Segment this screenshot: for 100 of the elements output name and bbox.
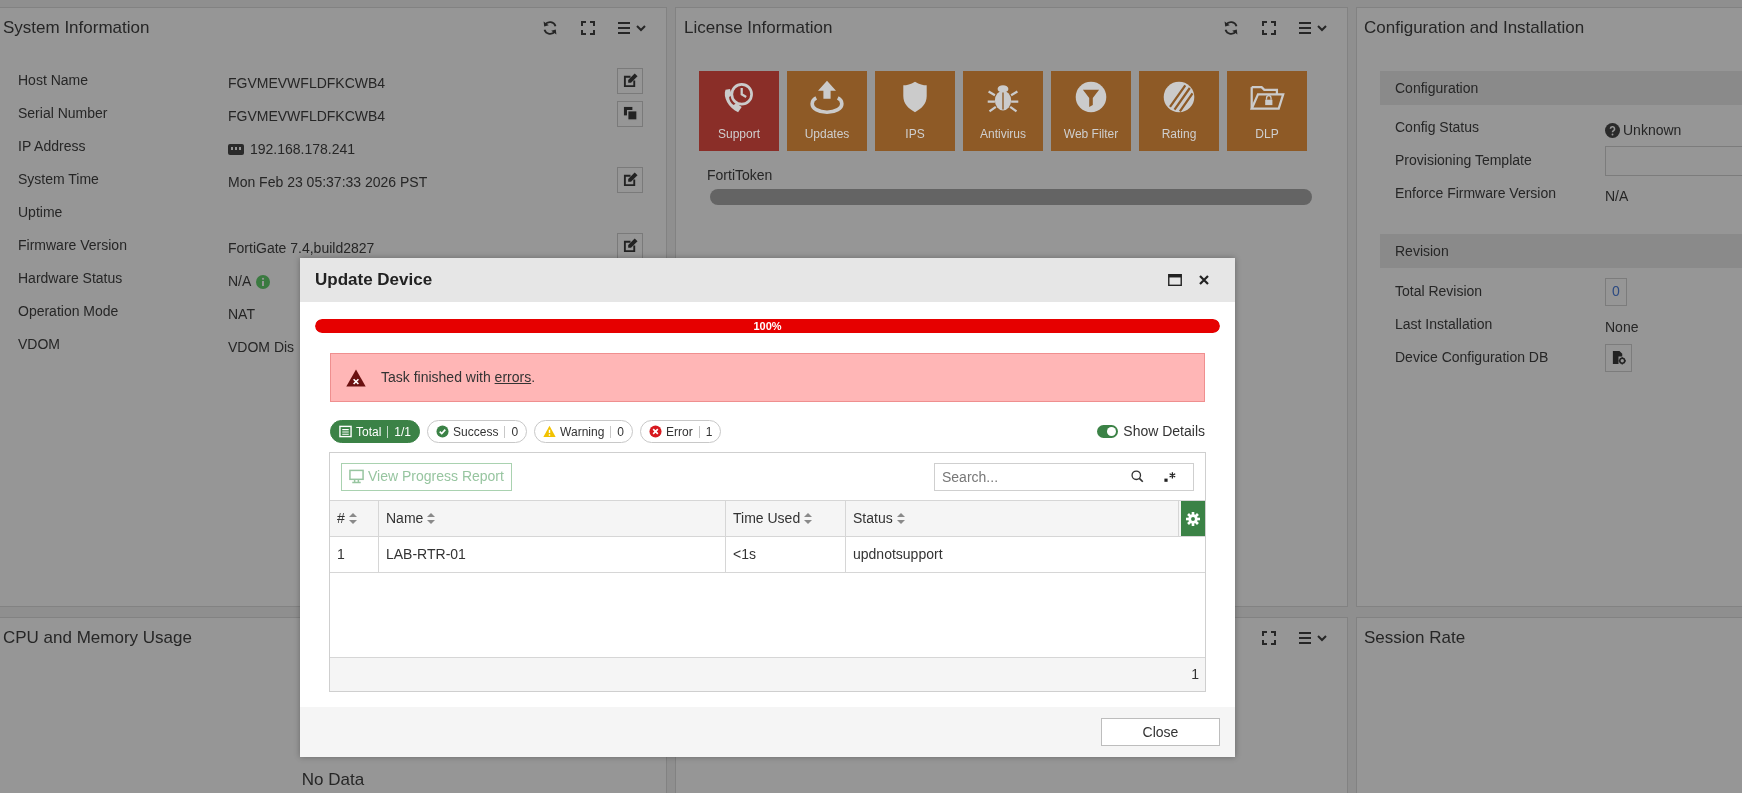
monitor-icon	[349, 469, 364, 484]
tile-label: DLP	[1255, 126, 1279, 143]
row-count: 1	[1191, 665, 1199, 684]
config-db-button[interactable]	[1605, 343, 1632, 372]
field-label: Serial Number	[18, 104, 109, 123]
refresh-icon[interactable]	[1223, 20, 1239, 36]
edit-button[interactable]	[617, 232, 643, 259]
help-icon	[1605, 122, 1620, 138]
template-field[interactable]	[1605, 145, 1742, 176]
license-tile[interactable]: Support	[699, 71, 779, 151]
table-cell-text: updnotsupport	[852, 545, 944, 564]
success-filter[interactable]: Success 0	[427, 420, 528, 443]
field-label: Operation Mode	[18, 302, 120, 321]
field-label: Enforce Firmware Version	[1395, 184, 1558, 203]
funnel-icon	[1073, 79, 1109, 115]
tile-label: Antivirus	[980, 126, 1026, 143]
error-icon	[649, 425, 663, 438]
edit-button[interactable]	[617, 166, 643, 193]
toggle-label: Show Details	[1123, 422, 1205, 441]
table-cell: 1	[330, 537, 379, 572]
info-icon	[256, 274, 271, 289]
field-value: FGVMEVWFLDFKCWB4	[228, 74, 386, 93]
field-label: Device Configuration DB	[1395, 348, 1550, 367]
section-title: Revision	[1395, 241, 1449, 261]
panel-title: CPU and Memory Usage	[3, 627, 192, 650]
sort-icon	[427, 513, 436, 524]
field-value: Mon Feb 23 05:37:33 2026 PST	[228, 173, 428, 192]
warning-filter[interactable]: Warning 0	[534, 420, 634, 443]
sort-icon	[804, 513, 813, 524]
expand-icon[interactable]	[581, 21, 595, 35]
expand-icon[interactable]	[1262, 631, 1276, 645]
asterisk-icon[interactable]	[1164, 470, 1176, 483]
progress-percent: 100%	[753, 320, 782, 332]
total-filter[interactable]: Total 1/1	[330, 420, 421, 443]
no-data-message: No Data	[301, 769, 365, 791]
field-value: VDOM Dis	[228, 338, 295, 357]
field-value: N/A	[1605, 186, 1629, 206]
search-field[interactable]: Search...	[934, 462, 1194, 491]
check-circle-icon	[436, 425, 450, 438]
warning-icon	[543, 425, 557, 438]
column-settings-button[interactable]	[1181, 501, 1205, 536]
close-icon[interactable]	[1199, 275, 1209, 285]
maximize-icon[interactable]	[1168, 274, 1182, 286]
license-tile[interactable]: Rating	[1139, 71, 1219, 151]
field-value: 192.168.178.241	[250, 140, 356, 159]
edit-icon	[622, 73, 638, 88]
field-value: N/A	[228, 272, 252, 291]
menu-icon[interactable]	[618, 21, 647, 35]
license-tile[interactable]: Antivirus	[963, 71, 1043, 151]
column-header[interactable]: #	[330, 501, 379, 536]
field-label: Total Revision	[1395, 282, 1484, 301]
column-header[interactable]: Time Used	[726, 501, 846, 536]
table-cell: <1s	[726, 537, 846, 572]
menu-icon[interactable]	[1299, 631, 1328, 645]
edit-icon	[622, 172, 638, 187]
license-tile[interactable]: IPS	[875, 71, 955, 151]
field-label: Host Name	[18, 71, 90, 90]
field-label: IP Address	[18, 137, 87, 156]
table-cell: LAB-RTR-01	[379, 537, 726, 572]
sort-icon	[896, 513, 905, 524]
file-gear-icon	[1611, 350, 1626, 365]
panel-title: Configuration and Installation	[1364, 17, 1585, 40]
edit-icon	[622, 238, 638, 253]
license-tile[interactable]: Web Filter	[1051, 71, 1131, 151]
tile-label: Support	[718, 126, 760, 143]
striped-circle-icon	[1161, 79, 1197, 115]
refresh-icon[interactable]	[542, 20, 558, 36]
tile-label: IPS	[905, 126, 925, 143]
sort-icon	[348, 513, 357, 524]
field-label: System Time	[18, 170, 100, 189]
error-filter[interactable]: Error 1	[640, 420, 722, 443]
license-tile[interactable]: Updates	[787, 71, 867, 151]
field-label: VDOM	[18, 335, 61, 354]
status-value: Unknown	[1623, 120, 1682, 140]
revision-count-link[interactable]: 0	[1605, 277, 1627, 306]
menu-icon[interactable]	[1299, 21, 1328, 35]
field-label: Provisioning Template	[1395, 151, 1533, 170]
close-button[interactable]: Close	[1101, 718, 1220, 746]
section-title: Configuration	[1395, 78, 1479, 98]
token-label: FortiToken	[707, 166, 773, 185]
settings-icon	[1186, 511, 1200, 526]
list-icon	[339, 425, 352, 438]
field-label: Config Status	[1395, 118, 1481, 137]
field-label: Firmware Version	[18, 236, 128, 255]
alert-message: Task finished with errors.	[381, 368, 536, 387]
copy-button[interactable]	[617, 100, 643, 127]
search-icon[interactable]	[1131, 469, 1144, 483]
expand-icon[interactable]	[1262, 21, 1276, 35]
field-label: Uptime	[18, 203, 64, 222]
license-tile[interactable]: DLP	[1227, 71, 1307, 151]
tile-label: Rating	[1161, 126, 1197, 143]
field-value: FortiGate 7.4,build2827	[228, 239, 375, 258]
column-header[interactable]: Name	[379, 501, 726, 536]
show-details-toggle[interactable]	[1097, 425, 1119, 438]
edit-button[interactable]	[617, 67, 643, 94]
tile-label: Web Filter	[1063, 126, 1119, 143]
column-header[interactable]: Status	[846, 501, 1179, 536]
field-label: Last Installation	[1395, 315, 1494, 334]
copy-icon	[622, 106, 638, 121]
panel-title: Session Rate	[1364, 627, 1466, 650]
